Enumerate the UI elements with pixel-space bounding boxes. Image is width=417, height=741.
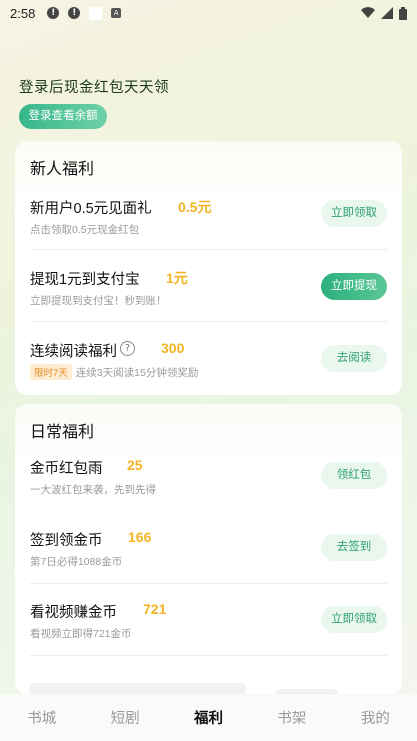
help-icon[interactable]: ? — [120, 341, 135, 356]
tab-mine[interactable]: 我的 — [334, 707, 417, 728]
item-title: 新用户0.5元见面礼 — [30, 201, 152, 217]
battery-icon — [399, 6, 407, 20]
list-item: 看视频赚金币 721 看视频立即得721金币 立即领取 — [30, 601, 387, 673]
divider — [30, 655, 387, 656]
status-time: 2:58 — [10, 5, 36, 21]
item-subtitle-row: 限时7天 连续3天阅读15分钟领奖励 — [30, 364, 198, 380]
wifi-icon — [361, 7, 375, 19]
item-value: 1元 — [166, 270, 188, 286]
daily-welfare-card: 日常福利 金币红包雨 25 一大波红包来袭，先到先得 领红包 签到领金币 166… — [15, 404, 402, 694]
item-subtitle: 看视频立即得721金币 — [30, 628, 132, 640]
divider — [30, 249, 387, 250]
tab-short-drama[interactable]: 短剧 — [83, 707, 166, 728]
item-value: 0.5元 — [178, 199, 212, 215]
item-title: 金币红包雨 — [30, 461, 103, 477]
grab-red-packet-button[interactable]: 领红包 — [321, 462, 387, 489]
status-bar: 2:58 ! ! A — [0, 0, 417, 26]
alert-circle-icon: ! — [47, 7, 60, 19]
blank-square-icon — [89, 6, 103, 20]
limited-time-badge: 限时7天 — [30, 364, 72, 380]
tab-welfare[interactable]: 福利 — [167, 707, 250, 728]
list-item: 提现1元到支付宝 1元 立即提现到支付宝！秒到账！ 立即提现 — [30, 268, 387, 340]
list-item: 签到领金币 166 第7日必得1088金币 去签到 — [30, 529, 387, 601]
signal-icon — [381, 7, 393, 19]
login-view-balance-button[interactable]: 登录查看余额 — [19, 104, 107, 129]
list-item: 金币红包雨 25 一大波红包来袭，先到先得 领红包 — [30, 457, 387, 529]
item-value: 166 — [128, 529, 152, 545]
divider — [30, 321, 387, 322]
item-value: 300 — [161, 340, 185, 356]
item-subtitle: 点击领取0.5元现金红包 — [30, 224, 140, 236]
bottom-tab-bar: 书城 短剧 福利 书架 我的 — [0, 694, 417, 741]
watch-video-claim-button[interactable]: 立即领取 — [321, 606, 387, 633]
withdraw-button[interactable]: 立即提现 — [321, 273, 387, 300]
item-title: 看视频赚金币 — [30, 605, 117, 621]
go-read-button[interactable]: 去阅读 — [321, 345, 387, 372]
tab-bookstore[interactable]: 书城 — [0, 707, 83, 728]
status-right-icons — [361, 6, 407, 20]
list-item: 新用户0.5元见面礼 0.5元 点击领取0.5元现金红包 立即领取 — [30, 197, 387, 269]
new-user-welfare-card: 新人福利 新用户0.5元见面礼 0.5元 点击领取0.5元现金红包 立即领取 提… — [15, 141, 402, 395]
divider — [30, 583, 387, 584]
alert-circle-icon: ! — [68, 7, 81, 19]
item-title: 连续阅读福利 — [30, 344, 117, 360]
list-item: 连续阅读福利 ? 300 限时7天 连续3天阅读15分钟领奖励 去阅读 — [30, 340, 387, 412]
claim-button[interactable]: 立即领取 — [321, 200, 387, 227]
item-value: 721 — [143, 601, 167, 617]
item-title: 提现1元到支付宝 — [30, 272, 140, 288]
item-subtitle: 立即提现到支付宝！秒到账！ — [30, 295, 167, 307]
a-box-icon: A — [111, 8, 122, 18]
sign-in-button[interactable]: 去签到 — [321, 534, 387, 561]
item-subtitle: 连续3天阅读15分钟领奖励 — [75, 367, 199, 379]
item-subtitle: 一大波红包来袭，先到先得 — [30, 484, 156, 496]
card-title: 日常福利 — [30, 424, 95, 441]
tab-bookshelf[interactable]: 书架 — [250, 707, 333, 728]
hero-title: 登录后现金红包天天领 — [19, 80, 169, 96]
item-subtitle: 第7日必得1088金币 — [30, 556, 123, 568]
item-value: 25 — [127, 457, 143, 473]
item-title: 签到领金币 — [30, 533, 103, 549]
card-title: 新人福利 — [30, 161, 95, 178]
